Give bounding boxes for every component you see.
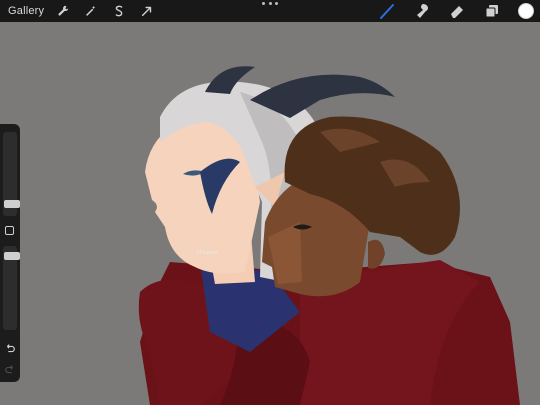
more-options-icon[interactable]: [262, 2, 278, 10]
undo-button[interactable]: [3, 343, 17, 357]
top-toolbar: Gallery: [0, 0, 540, 22]
brush-icon: [380, 4, 394, 19]
eraser-tool-button[interactable]: [448, 2, 466, 20]
undo-arrow-icon: [7, 344, 15, 353]
opacity-handle[interactable]: [4, 252, 20, 260]
modify-square-button[interactable]: [5, 226, 14, 235]
layers-icon: [485, 5, 498, 18]
smudge-icon: [417, 4, 428, 18]
redo-arrow-icon: [5, 365, 13, 374]
artwork: [0, 22, 540, 405]
magic-wand-icon: [86, 5, 96, 16]
layers-button[interactable]: [483, 2, 501, 20]
brush-size-handle[interactable]: [4, 200, 20, 208]
opacity-slider[interactable]: [3, 246, 20, 330]
redo-button[interactable]: [3, 364, 17, 378]
wrench-icon: [58, 5, 69, 16]
brush-tool-button[interactable]: [378, 2, 396, 20]
adjustments-button[interactable]: [82, 2, 100, 20]
right-toolbar: [361, 0, 540, 22]
color-picker-button[interactable]: [518, 3, 534, 19]
eraser-icon: [451, 6, 463, 18]
actions-wrench-button[interactable]: [54, 2, 72, 20]
selection-button[interactable]: [110, 2, 128, 20]
gallery-button[interactable]: Gallery: [8, 5, 44, 17]
left-sidebar: [0, 124, 20, 382]
drawing-canvas[interactable]: ©Fhantos: [0, 22, 540, 405]
transform-button[interactable]: [138, 2, 156, 20]
smudge-tool-button[interactable]: [413, 2, 431, 20]
brush-size-slider[interactable]: [3, 132, 20, 216]
selection-s-icon: [115, 5, 123, 17]
artist-signature: ©Fhantos: [196, 250, 218, 256]
transform-arrow-icon: [142, 6, 152, 17]
